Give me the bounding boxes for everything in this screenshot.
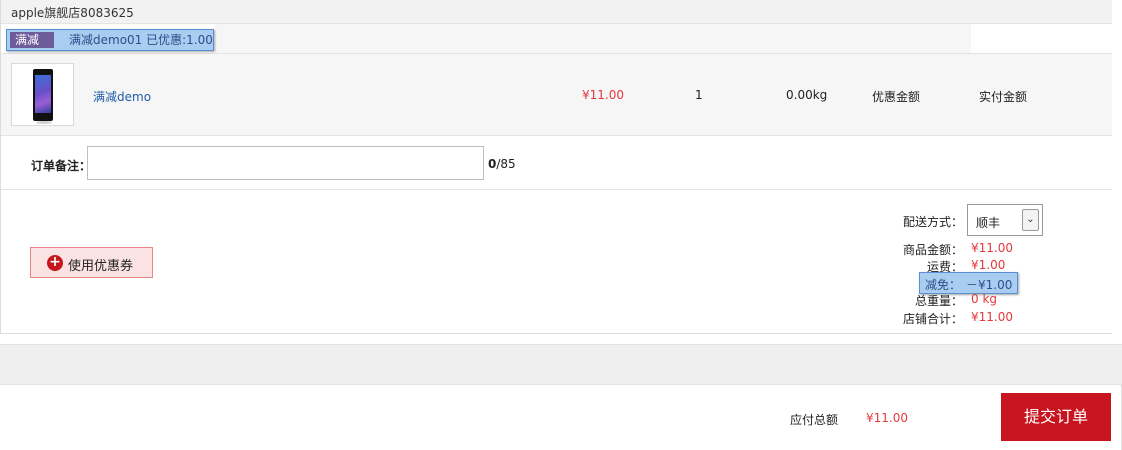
checkout-footer: 应付总额 ¥11.00 提交订单 [0, 384, 1122, 450]
product-discount-amount: 优惠金额 [872, 90, 921, 104]
order-note-input[interactable] [87, 146, 484, 180]
store-total-value: ¥11.00 [971, 310, 1013, 324]
submit-order-button[interactable]: 提交订单 [1001, 393, 1111, 441]
order-note-row: 订单备注： 0/85 [1, 136, 1112, 190]
phone-screen [35, 75, 51, 113]
total-weight-label: 总重量： [914, 294, 963, 308]
plus-circle-icon: + [47, 255, 63, 271]
reduction-value: －¥1.00 [966, 278, 1013, 292]
order-note-char-count: 0/85 [488, 157, 516, 171]
product-weight: 0.00kg [786, 88, 828, 102]
order-note-label: 订单备注： [31, 159, 92, 173]
store-header: apple旗舰店8083625 [1, 0, 1112, 24]
product-price: ¥11.00 [582, 88, 624, 102]
promotion-tag: 满减 [10, 32, 54, 48]
product-row: 满减demo ¥11.00 1 0.00kg 优惠金额 实付金额 [1, 54, 1112, 136]
freight-value: ¥1.00 [971, 258, 1006, 272]
shipping-method-label: 配送方式： [903, 215, 964, 229]
use-coupon-button[interactable]: + 使用优惠券 [30, 247, 153, 278]
phone-shadow [36, 121, 52, 124]
product-thumbnail[interactable] [11, 63, 74, 126]
reduction-highlight: 减免： －¥1.00 [919, 272, 1018, 294]
separator-band [0, 344, 1122, 384]
payable-total-label: 应付总额 [790, 413, 839, 427]
phone-icon [33, 69, 53, 121]
note-count-max: /85 [496, 157, 516, 171]
product-quantity: 1 [695, 88, 703, 102]
promotion-row: 满减 满减demo01 已优惠:1.00 [1, 24, 1112, 54]
promotion-highlight: 满减 满减demo01 已优惠:1.00 [6, 29, 214, 51]
product-actual-amount: 实付金额 [979, 90, 1028, 104]
product-name-link[interactable]: 满减demo [93, 88, 151, 105]
store-total-label: 店铺合计： [902, 312, 963, 326]
store-name[interactable]: apple旗舰店8083625 [11, 4, 134, 21]
shipping-method-value: 顺丰 [976, 216, 1001, 230]
store-order-panel: apple旗舰店8083625 满减 满减demo01 已优惠:1.00 满减d… [0, 0, 1112, 334]
order-summary-row: + 使用优惠券 配送方式： 顺丰 ⌄ 商品金额： ¥11.00 运费： ¥1.0… [1, 190, 1112, 333]
use-coupon-label: 使用优惠券 [68, 259, 134, 274]
chevron-down-icon[interactable]: ⌄ [1022, 209, 1039, 231]
promotion-row-background [215, 24, 971, 53]
goods-amount-value: ¥11.00 [971, 241, 1013, 255]
payable-total-value: ¥11.00 [866, 411, 908, 425]
reduction-label: 减免： [925, 278, 962, 292]
goods-amount-label: 商品金额： [902, 243, 963, 257]
total-weight-value: 0 kg [971, 292, 998, 306]
shipping-method-select[interactable]: 顺丰 ⌄ [967, 204, 1043, 236]
promotion-text: 满减demo01 已优惠:1.00 [69, 33, 213, 47]
